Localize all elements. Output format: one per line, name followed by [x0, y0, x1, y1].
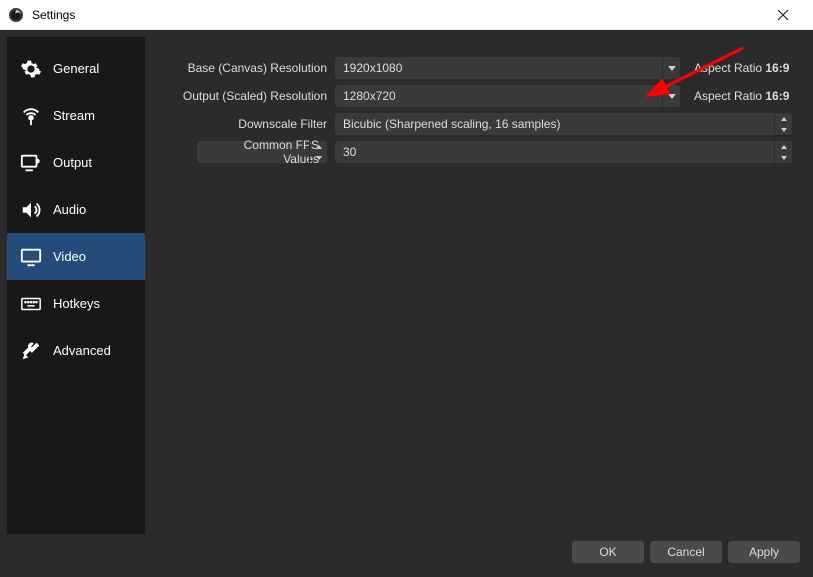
- output-aspect-ratio: Aspect Ratio 16:9: [688, 89, 792, 103]
- chevron-down-icon: [662, 57, 680, 79]
- base-aspect-ratio: Aspect Ratio 16:9: [688, 61, 792, 75]
- output-resolution-dropdown[interactable]: 1280x720: [335, 85, 680, 107]
- sidebar-item-audio[interactable]: Audio: [7, 186, 145, 233]
- stream-icon: [19, 104, 43, 128]
- sidebar-item-video[interactable]: Video: [7, 233, 145, 280]
- sidebar-item-label: Output: [53, 155, 92, 170]
- stepper-icon: [309, 141, 327, 163]
- tools-icon: [19, 339, 43, 363]
- sidebar-item-label: Hotkeys: [53, 296, 100, 311]
- fps-value-dropdown[interactable]: 30: [335, 141, 792, 163]
- base-resolution-value: 1920x1080: [343, 61, 402, 75]
- ok-button[interactable]: OK: [572, 541, 644, 563]
- output-resolution-label: Output (Scaled) Resolution: [159, 89, 327, 103]
- stepper-icon: [774, 141, 792, 163]
- audio-icon: [19, 198, 43, 222]
- keyboard-icon: [19, 292, 43, 316]
- sidebar-item-general[interactable]: General: [7, 45, 145, 92]
- downscale-filter-value: Bicubic (Sharpened scaling, 16 samples): [343, 117, 560, 131]
- sidebar-item-output[interactable]: Output: [7, 139, 145, 186]
- obs-logo-icon: [8, 7, 24, 23]
- sidebar-item-label: Advanced: [53, 343, 111, 358]
- fps-mode-dropdown[interactable]: Common FPS Values: [197, 141, 327, 163]
- close-button[interactable]: [761, 0, 805, 30]
- close-icon: [777, 9, 789, 21]
- sidebar-item-label: Video: [53, 249, 86, 264]
- stepper-icon: [774, 113, 792, 135]
- output-icon: [19, 151, 43, 175]
- base-resolution-label: Base (Canvas) Resolution: [159, 61, 327, 75]
- window-title: Settings: [32, 8, 761, 22]
- sidebar-item-label: General: [53, 61, 99, 76]
- sidebar-item-advanced[interactable]: Advanced: [7, 327, 145, 374]
- base-resolution-dropdown[interactable]: 1920x1080: [335, 57, 680, 79]
- sidebar-item-hotkeys[interactable]: Hotkeys: [7, 280, 145, 327]
- sidebar-item-label: Stream: [53, 108, 95, 123]
- gear-icon: [19, 57, 43, 81]
- apply-button[interactable]: Apply: [728, 541, 800, 563]
- downscale-filter-label: Downscale Filter: [159, 117, 327, 131]
- downscale-filter-dropdown[interactable]: Bicubic (Sharpened scaling, 16 samples): [335, 113, 792, 135]
- fps-mode-value: Common FPS Values: [205, 138, 319, 166]
- cancel-button[interactable]: Cancel: [650, 541, 722, 563]
- sidebar-item-label: Audio: [53, 202, 86, 217]
- chevron-down-icon: [662, 85, 680, 107]
- titlebar: Settings: [0, 0, 813, 30]
- sidebar-item-stream[interactable]: Stream: [7, 92, 145, 139]
- video-settings-panel: Base (Canvas) Resolution 1920x1080 Aspec…: [145, 37, 806, 534]
- output-resolution-value: 1280x720: [343, 89, 396, 103]
- workspace: General Stream Output Audio: [0, 30, 813, 577]
- sidebar: General Stream Output Audio: [7, 37, 145, 534]
- fps-value: 30: [343, 145, 356, 159]
- dialog-footer: OK Cancel Apply: [7, 534, 806, 570]
- video-icon: [19, 245, 43, 269]
